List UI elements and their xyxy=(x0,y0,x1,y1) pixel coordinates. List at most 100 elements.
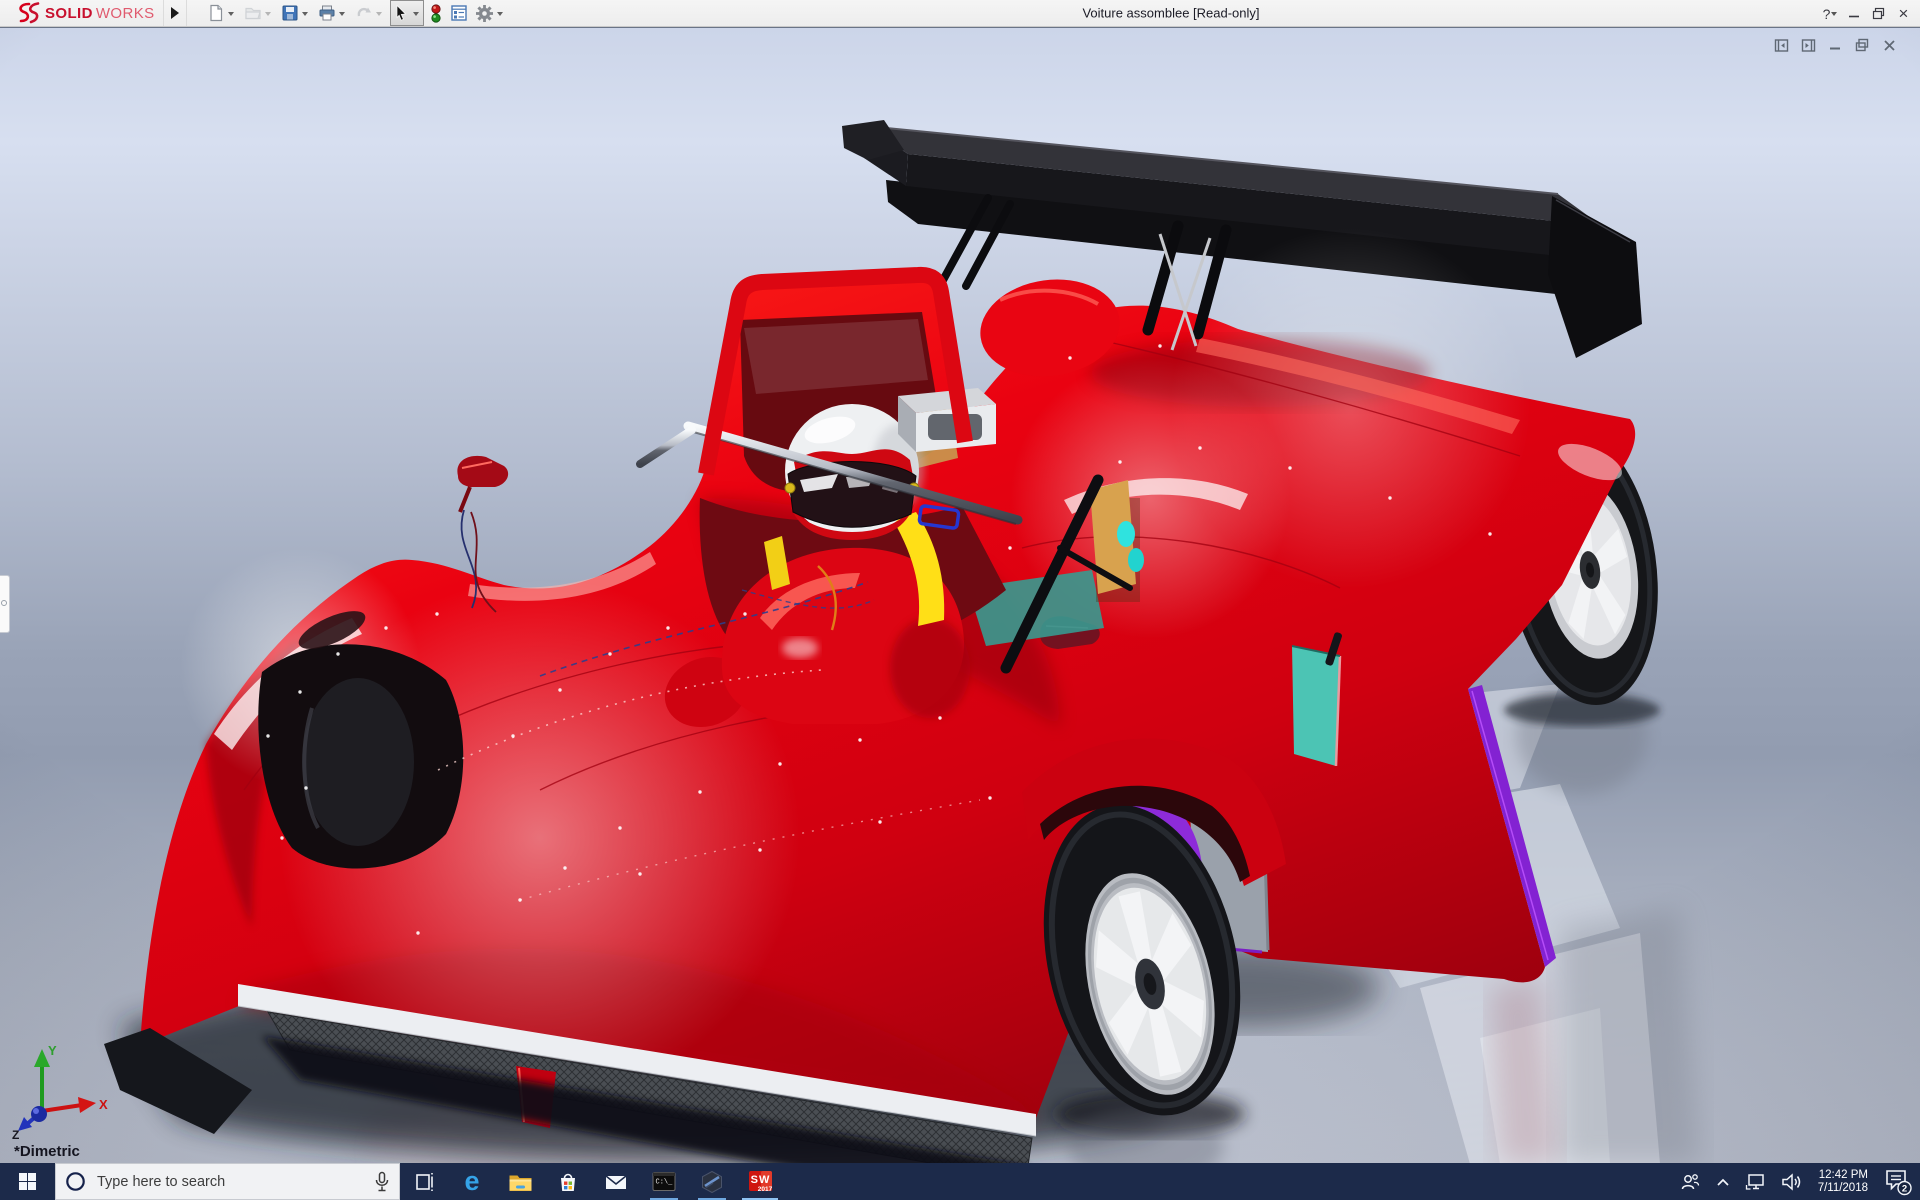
mail-icon xyxy=(605,1174,627,1189)
new-document-icon xyxy=(209,4,222,22)
file-explorer-icon xyxy=(509,1175,531,1191)
restore-icon xyxy=(1872,7,1885,20)
save-menu-caret[interactable] xyxy=(301,12,308,16)
network-button[interactable] xyxy=(1738,1163,1774,1200)
action-center-button[interactable]: 2 xyxy=(1876,1163,1920,1200)
options-menu-caret[interactable] xyxy=(496,12,503,16)
undo-menu-caret[interactable] xyxy=(375,12,382,16)
rebuild-button[interactable] xyxy=(427,0,445,26)
document-window-controls xyxy=(1772,36,1898,54)
document-close-button[interactable] xyxy=(1880,36,1898,54)
new-document-menu-caret[interactable] xyxy=(227,12,234,16)
notification-badge: 2 xyxy=(1902,1183,1907,1194)
system-tray: 12:42 PM 7/11/2018 2 xyxy=(1672,1163,1920,1200)
chevron-up-icon xyxy=(1717,1178,1729,1186)
network-icon xyxy=(1745,1173,1764,1190)
search-input[interactable] xyxy=(95,1172,365,1191)
brand-works: WORKS xyxy=(95,4,155,22)
graphics-area: Y X Z *Dimetric xyxy=(0,27,1920,1163)
options-gear-icon xyxy=(475,4,493,22)
save-button[interactable] xyxy=(279,0,313,26)
hexagon-app-icon xyxy=(702,1170,722,1193)
taskbar-store[interactable] xyxy=(544,1163,592,1200)
microphone-icon[interactable] xyxy=(374,1171,390,1193)
options-button[interactable] xyxy=(473,0,508,26)
taskbar-command-prompt[interactable]: C:\_ xyxy=(640,1163,688,1200)
print-button[interactable] xyxy=(316,0,350,26)
doc-close-icon xyxy=(1883,39,1895,51)
brand-solid: SOLID xyxy=(45,4,93,22)
undo-button[interactable] xyxy=(353,0,387,26)
people-button[interactable] xyxy=(1672,1163,1708,1200)
file-properties-icon xyxy=(450,5,467,21)
action-center-icon: 2 xyxy=(1886,1169,1912,1195)
windows-taskbar: e C:\_ xyxy=(0,1163,1920,1200)
people-icon xyxy=(1681,1173,1699,1189)
axis-x-label: X xyxy=(99,1097,108,1112)
minimize-icon xyxy=(1848,15,1859,17)
store-icon xyxy=(561,1173,575,1191)
taskbar-edrawings[interactable] xyxy=(688,1163,736,1200)
speaker-icon xyxy=(1781,1172,1800,1191)
quick-access-toolbar xyxy=(205,0,508,26)
cortana-icon xyxy=(66,1172,85,1191)
clock-time: 12:42 PM xyxy=(1818,1168,1868,1181)
cmd-prompt-text: C:\_ xyxy=(656,1179,674,1187)
3d-viewport[interactable] xyxy=(0,28,1920,1163)
pane-expand-left-button[interactable] xyxy=(1772,36,1790,54)
taskbar-search-box[interactable] xyxy=(55,1163,400,1200)
print-menu-caret[interactable] xyxy=(338,12,345,16)
taskbar-mail[interactable] xyxy=(592,1163,640,1200)
solidworks-logo: SOLID WORKS xyxy=(0,0,163,26)
taskbar-file-explorer[interactable] xyxy=(496,1163,544,1200)
pane-left-icon xyxy=(1774,38,1788,52)
command-prompt-icon: C:\_ xyxy=(652,1172,676,1191)
select-cursor-icon xyxy=(396,4,406,21)
doc-minimize-icon xyxy=(1829,47,1840,49)
task-view-icon xyxy=(416,1172,433,1191)
save-icon xyxy=(282,5,298,21)
new-document-button[interactable] xyxy=(205,0,239,26)
show-hidden-icons-button[interactable] xyxy=(1708,1163,1738,1200)
window-controls: ? × xyxy=(1814,0,1916,27)
help-menu-caret[interactable] xyxy=(1831,11,1837,16)
title-bar: SOLID WORKS Voiture assomblee [Read-only… xyxy=(0,0,1920,27)
reference-triad: Y X Z xyxy=(12,1043,108,1139)
restore-button[interactable] xyxy=(1866,0,1891,27)
taskbar-clock[interactable]: 12:42 PM 7/11/2018 xyxy=(1810,1169,1876,1195)
clock-date: 7/11/2018 xyxy=(1817,1181,1868,1194)
sw-label: SW xyxy=(750,1174,770,1186)
document-title: Voiture assomblee [Read-only] xyxy=(1082,5,1260,21)
toolbar-expand-button[interactable] xyxy=(162,0,187,26)
volume-button[interactable] xyxy=(1774,1163,1810,1200)
minimize-button[interactable] xyxy=(1841,0,1866,27)
taskbar-edge[interactable]: e xyxy=(448,1163,496,1200)
document-minimize-button[interactable] xyxy=(1826,36,1844,54)
pane-expand-right-button[interactable] xyxy=(1799,36,1817,54)
select-button[interactable] xyxy=(389,0,424,26)
print-icon xyxy=(319,5,335,21)
start-button[interactable] xyxy=(0,1163,55,1200)
task-view-button[interactable] xyxy=(400,1163,448,1200)
cyan-pod xyxy=(1117,521,1135,547)
view-orientation-label: *Dimetric xyxy=(14,1143,80,1160)
air-intake-box xyxy=(898,388,996,452)
select-menu-caret[interactable] xyxy=(412,12,419,16)
doc-restore-icon xyxy=(1855,38,1869,52)
sw-year: 2017 xyxy=(757,1186,772,1193)
taskbar-solidworks-2017[interactable]: SW 2017 xyxy=(736,1163,784,1200)
undo-icon xyxy=(357,7,371,17)
document-restore-button[interactable] xyxy=(1853,36,1871,54)
pane-right-icon xyxy=(1801,38,1815,52)
axis-z-label: Z xyxy=(12,1128,19,1139)
feature-manager-collapsed-tab[interactable] xyxy=(0,575,10,633)
edge-icon: e xyxy=(464,1166,480,1196)
open-button[interactable] xyxy=(242,0,276,26)
close-button[interactable]: × xyxy=(1891,0,1916,27)
rebuild-traffic-light-icon xyxy=(430,3,441,23)
axis-y-label: Y xyxy=(48,1043,57,1058)
open-menu-caret[interactable] xyxy=(264,12,271,16)
file-properties-button[interactable] xyxy=(448,0,470,26)
windows-logo-icon xyxy=(19,1173,36,1190)
solidworks-2017-icon: SW 2017 xyxy=(748,1171,772,1193)
